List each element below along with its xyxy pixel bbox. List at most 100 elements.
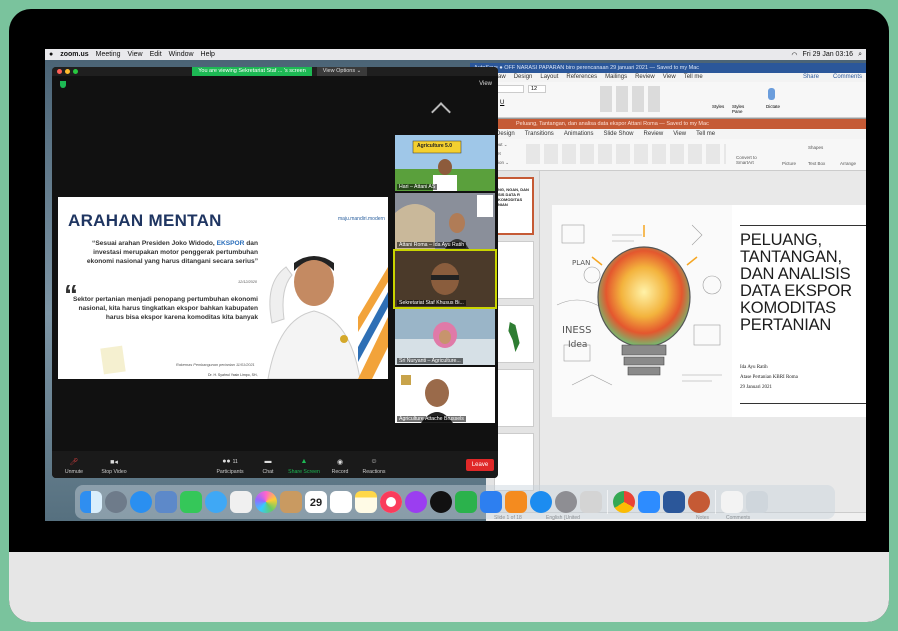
ppt-tell-me[interactable]: Tell me xyxy=(696,129,715,139)
word-tab-design[interactable]: Design xyxy=(514,73,533,82)
menu-meeting[interactable]: Meeting xyxy=(96,51,121,58)
word-styles-pane-button[interactable]: Styles Pane xyxy=(732,104,750,114)
printer-icon[interactable] xyxy=(580,491,602,513)
unmute-button[interactable]: 🎤︎ Unmute xyxy=(54,458,94,475)
chrome-icon[interactable] xyxy=(613,491,635,513)
apple-tv-icon[interactable] xyxy=(430,491,452,513)
apple-icon[interactable]: ● xyxy=(49,51,53,58)
menu-window[interactable]: Window xyxy=(169,51,194,58)
launchpad-icon[interactable] xyxy=(105,491,127,513)
ppt-picture-button[interactable]: Picture xyxy=(782,161,796,166)
ppt-tab-review[interactable]: Review xyxy=(644,129,664,139)
ppt-thumb-1[interactable]: NG, NGAN, DAN SIS DATA R KOMODITAS NIAN xyxy=(494,177,534,235)
messages-icon[interactable] xyxy=(205,491,227,513)
leave-button[interactable]: Leave xyxy=(466,459,494,471)
ppt-thumb-2[interactable] xyxy=(494,241,534,299)
word-icon[interactable] xyxy=(663,491,685,513)
participant-tile-2[interactable]: Attani Roma – Ida Ayu Ratih xyxy=(395,193,495,249)
app-store-icon[interactable] xyxy=(530,491,552,513)
menu-app-name[interactable]: zoom.us xyxy=(60,51,88,58)
system-preferences-icon[interactable] xyxy=(555,491,577,513)
word-size-select[interactable]: 12 xyxy=(528,85,546,93)
photos-icon[interactable] xyxy=(255,491,277,513)
keynote-icon[interactable] xyxy=(480,491,502,513)
ppt-convert-smartart-button[interactable]: Convert to SmartArt xyxy=(736,155,764,165)
ppt-current-slide[interactable]: INESS Idea PLAN PELUANG, TANTANGAN, DAN … xyxy=(552,205,866,417)
word-styles-button[interactable]: Styles xyxy=(712,104,724,109)
participant-tile-3-active-speaker[interactable]: Sekretariat Staf Khusus Bi... xyxy=(393,249,497,309)
chevron-up-icon[interactable] xyxy=(431,102,451,122)
preview-icon[interactable] xyxy=(155,491,177,513)
ppt-tab-transitions[interactable]: Transitions xyxy=(525,129,554,139)
minister-photo xyxy=(258,227,370,379)
mac-dock: 29 xyxy=(75,485,835,519)
zoom-titlebar: You are viewing Sekretariat Staf ... 's … xyxy=(52,67,498,76)
view-button[interactable]: View xyxy=(479,81,492,87)
word-ribbon-tabs: rt Draw Design Layout References Mailing… xyxy=(470,73,866,82)
microphone-muted-icon: 🎤︎ xyxy=(69,459,79,466)
ppt-tab-design[interactable]: Design xyxy=(496,129,515,139)
participant-tile-4[interactable]: Sri Nuryanti – Agriculture... xyxy=(395,309,495,365)
photos-app-icon[interactable] xyxy=(230,491,252,513)
shield-icon[interactable] xyxy=(60,81,66,88)
lightbulb-illustration: INESS Idea PLAN xyxy=(552,205,732,417)
participants-button[interactable]: ●● 11 Participants xyxy=(208,458,252,475)
align-icons[interactable] xyxy=(600,86,660,112)
share-screen-label: Share Screen xyxy=(288,469,320,475)
stop-video-button[interactable]: ■◂ Stop Video xyxy=(94,458,134,475)
ppt-thumb-3[interactable] xyxy=(494,305,534,363)
podcasts-icon[interactable] xyxy=(405,491,427,513)
microphone-icon[interactable] xyxy=(768,88,775,100)
word-tab-layout[interactable]: Layout xyxy=(540,73,558,82)
word-tab-review[interactable]: Review xyxy=(635,73,655,82)
view-options-button[interactable]: View Options ⌄ xyxy=(317,67,367,76)
trash-icon[interactable] xyxy=(746,491,768,513)
close-button[interactable] xyxy=(57,69,62,74)
word-tab-view[interactable]: View xyxy=(663,73,676,82)
underline-icon[interactable]: U xyxy=(500,100,504,106)
word-dictate-button[interactable]: Dictate xyxy=(766,104,780,109)
word-tab-references[interactable]: References xyxy=(566,73,597,82)
numbers-icon[interactable] xyxy=(455,491,477,513)
search-icon[interactable]: ⌕ xyxy=(858,51,862,59)
safari-icon[interactable] xyxy=(130,491,152,513)
music-icon[interactable] xyxy=(380,491,402,513)
unmute-label: Unmute xyxy=(64,469,84,475)
reactions-button[interactable]: ☺ Reactions xyxy=(354,458,394,475)
word-comments-button[interactable]: Comments xyxy=(833,73,862,82)
ppt-thumb-4[interactable] xyxy=(494,369,534,427)
participant-tile-5[interactable]: Agriculture Attache Brussels xyxy=(395,367,495,423)
menu-view[interactable]: View xyxy=(128,51,143,58)
ppt-tab-slideshow[interactable]: Slide Show xyxy=(604,129,634,139)
ppt-format-controls[interactable] xyxy=(526,144,726,164)
contacts-icon[interactable] xyxy=(280,491,302,513)
ppt-shapes-button[interactable]: Shapes xyxy=(808,145,823,150)
stop-video-label: Stop Video xyxy=(101,469,127,475)
word-tab-mailings[interactable]: Mailings xyxy=(605,73,627,82)
zoom-icon[interactable] xyxy=(638,491,660,513)
ppt-tab-animations[interactable]: Animations xyxy=(564,129,594,139)
participant-tile-1[interactable]: Agriculture 5.0 Hari – Attani AS xyxy=(395,135,495,191)
ppt-textbox-button[interactable]: Text Box xyxy=(808,161,825,166)
ppt-tab-view[interactable]: View xyxy=(673,129,686,139)
menu-edit[interactable]: Edit xyxy=(150,51,162,58)
ppt-thumb-5[interactable] xyxy=(494,433,534,491)
powerpoint-icon[interactable] xyxy=(688,491,710,513)
ppt-arrange-button[interactable]: Arrange xyxy=(840,161,856,166)
maximize-button[interactable] xyxy=(73,69,78,74)
facetime-icon[interactable] xyxy=(180,491,202,513)
quote-president-date: 12/12/2020 xyxy=(238,280,258,284)
word-share-button[interactable]: Share xyxy=(803,73,819,82)
menubar-clock[interactable]: Fri 29 Jan 03:16 xyxy=(802,51,853,59)
pages-icon[interactable] xyxy=(505,491,527,513)
wifi-icon[interactable]: ◠ xyxy=(791,51,797,59)
document-illustration xyxy=(100,345,126,375)
reminders-icon[interactable] xyxy=(330,491,352,513)
finder-icon[interactable] xyxy=(80,491,102,513)
calendar-icon[interactable]: 29 xyxy=(305,491,327,513)
word-tell-me[interactable]: Tell me xyxy=(684,73,703,82)
menu-help[interactable]: Help xyxy=(201,51,215,58)
document-stack-icon[interactable] xyxy=(721,491,743,513)
minimize-button[interactable] xyxy=(65,69,70,74)
notes-icon[interactable] xyxy=(355,491,377,513)
